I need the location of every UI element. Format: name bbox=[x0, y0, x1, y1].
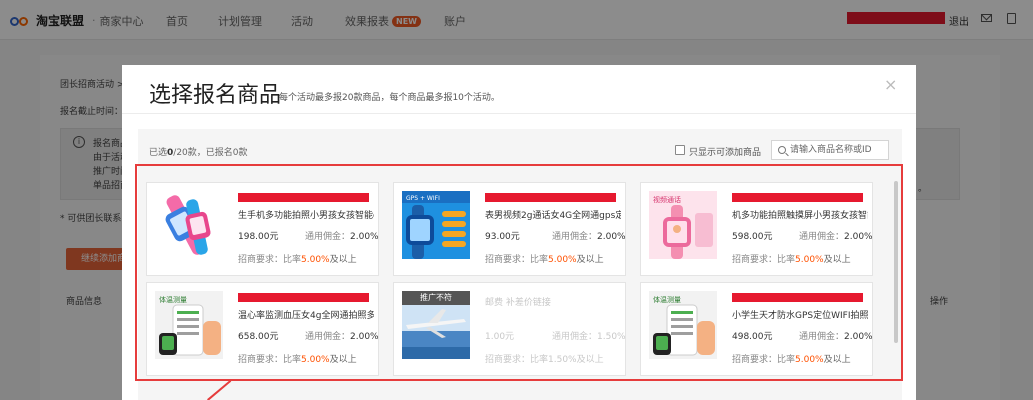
requirement-rate: 5.00% bbox=[795, 255, 824, 265]
product-price: 93.00元 bbox=[485, 232, 520, 242]
commission-label: 通用佣金： bbox=[799, 232, 845, 242]
product-requirement: 招商要求：比率5.00%及以上 bbox=[238, 252, 357, 265]
product-search-box[interactable] bbox=[771, 140, 889, 160]
requirement-label: 招商要求：比率 bbox=[238, 255, 302, 265]
product-image bbox=[155, 191, 223, 259]
commission-label: 通用佣金： bbox=[552, 232, 598, 242]
product-requirement: 招商要求：比率5.00%及以上 bbox=[732, 252, 851, 265]
redacted-title bbox=[732, 293, 863, 302]
product-price: 658.00元 bbox=[238, 332, 279, 342]
product-image: 推广不符 bbox=[402, 291, 470, 359]
product-price: 198.00元 bbox=[238, 232, 279, 242]
product-card[interactable]: 生手机多功能拍照小男孩女孩智能q 198.00元 通用佣金：2.00% 招商要求… bbox=[146, 182, 379, 276]
product-image: GPS + WIFI bbox=[402, 191, 470, 259]
modal-divider bbox=[122, 113, 916, 114]
commission-label: 通用佣金： bbox=[552, 332, 598, 342]
requirement-label: 招商要求：比率 bbox=[732, 255, 796, 265]
commission-value: 2.00% bbox=[350, 332, 379, 342]
search-icon bbox=[778, 146, 786, 154]
commission-value: 2.00% bbox=[350, 232, 379, 242]
close-icon[interactable]: × bbox=[884, 75, 897, 94]
image-label: 体温测量 bbox=[159, 295, 187, 304]
product-search-input[interactable] bbox=[790, 143, 886, 157]
product-commission: 通用佣金：2.00% bbox=[305, 329, 379, 342]
redacted-title bbox=[732, 193, 863, 202]
product-requirement: 招商要求：比率5.00%及以上 bbox=[238, 352, 357, 365]
product-image: 视频通话 bbox=[649, 191, 717, 259]
commission-value: 2.00% bbox=[844, 232, 873, 242]
product-price: 598.00元 bbox=[732, 232, 773, 242]
product-card[interactable]: 体温测量 温心率监测血压女4g全网通拍照多 658.00元 通用佣金：2.00%… bbox=[146, 282, 379, 376]
requirement-rate: 1.50% bbox=[548, 355, 577, 365]
select-product-modal: 选择报名商品 每个活动最多报20款商品，每个商品最多报10个活动。 × 已选0/… bbox=[122, 65, 916, 400]
requirement-rate: 5.00% bbox=[548, 255, 577, 265]
product-commission: 通用佣金：1.50% bbox=[552, 329, 626, 342]
product-requirement: 招商要求：比率1.50%及以上 bbox=[485, 352, 604, 365]
requirement-suffix: 及以上 bbox=[329, 255, 357, 265]
commission-label: 通用佣金： bbox=[305, 232, 351, 242]
commission-label: 通用佣金： bbox=[305, 332, 351, 342]
product-title: 温心率监测血压女4g全网通拍照多 bbox=[238, 311, 374, 321]
product-requirement: 招商要求：比率5.00%及以上 bbox=[732, 352, 851, 365]
product-card-disabled: 推广不符 邮费 补差价链接 1.00元 通用佣金：1.50% 招商要求：比率1.… bbox=[393, 282, 626, 376]
product-commission: 通用佣金：2.00% bbox=[799, 329, 873, 342]
image-label: GPS + WIFI bbox=[406, 195, 440, 202]
commission-label: 通用佣金： bbox=[799, 332, 845, 342]
product-card[interactable]: GPS + WIFI 表男视频2g通话女4G全网通gps定 93.00元 通用佣… bbox=[393, 182, 626, 276]
modal-hint: 每个活动最多报20款商品，每个商品最多报10个活动。 bbox=[279, 93, 500, 103]
image-label: 视频通话 bbox=[653, 195, 681, 204]
product-title: 机多功能拍照触摸屏小男孩女孩智能 bbox=[732, 211, 868, 221]
requirement-rate: 5.00% bbox=[301, 255, 330, 265]
modal-title: 选择报名商品 bbox=[149, 83, 282, 108]
selected-prefix: 已选 bbox=[149, 148, 168, 158]
requirement-suffix: 及以上 bbox=[329, 355, 357, 365]
product-image: 体温测量 bbox=[649, 291, 717, 359]
product-price: 1.00元 bbox=[485, 332, 515, 342]
selected-suffix: /20款，已报名0款 bbox=[173, 148, 248, 158]
commission-value: 2.00% bbox=[597, 232, 626, 242]
product-card[interactable]: 体温测量 小学生天才防水GPS定位WIFI拍照 498.00元 通用佣金：2.0… bbox=[640, 282, 873, 376]
product-title: 邮费 补差价链接 bbox=[485, 298, 551, 308]
requirement-label: 招商要求：比率 bbox=[485, 255, 549, 265]
requirement-label: 招商要求：比率 bbox=[732, 355, 796, 365]
requirement-suffix: 及以上 bbox=[823, 255, 851, 265]
product-card[interactable]: 视频通话 机多功能拍照触摸屏小男孩女孩智能 598.00元 通用佣金：2.00%… bbox=[640, 182, 873, 276]
product-requirement: 招商要求：比率5.00%及以上 bbox=[485, 252, 604, 265]
redacted-title bbox=[485, 193, 616, 202]
product-price: 498.00元 bbox=[732, 332, 773, 342]
product-title: 表男视频2g通话女4G全网通gps定 bbox=[485, 211, 621, 221]
redacted-title bbox=[238, 193, 369, 202]
product-commission: 通用佣金：2.00% bbox=[799, 229, 873, 242]
product-commission: 通用佣金：2.00% bbox=[305, 229, 379, 242]
product-title: 生手机多功能拍照小男孩女孩智能q bbox=[238, 211, 374, 221]
product-title: 小学生天才防水GPS定位WIFI拍照 bbox=[732, 311, 868, 321]
requirement-rate: 5.00% bbox=[301, 355, 330, 365]
image-label: 体温测量 bbox=[653, 295, 681, 304]
requirement-rate: 5.00% bbox=[795, 355, 824, 365]
selected-count-text: 已选0/20款，已报名0款 bbox=[149, 145, 248, 158]
unfit-tag: 推广不符 bbox=[402, 291, 470, 305]
requirement-suffix: 及以上 bbox=[823, 355, 851, 365]
commission-value: 2.00% bbox=[844, 332, 873, 342]
requirement-label: 招商要求：比率 bbox=[485, 355, 549, 365]
requirement-suffix: 及以上 bbox=[576, 255, 604, 265]
only-addable-label[interactable]: 只显示可添加商品 bbox=[689, 145, 761, 158]
requirement-suffix: 及以上 bbox=[576, 355, 604, 365]
product-image: 体温测量 bbox=[155, 291, 223, 359]
redacted-title bbox=[238, 293, 369, 302]
only-addable-checkbox[interactable] bbox=[675, 145, 685, 155]
commission-value: 1.50% bbox=[597, 332, 626, 342]
scrollbar[interactable] bbox=[894, 181, 898, 343]
requirement-label: 招商要求：比率 bbox=[238, 355, 302, 365]
product-commission: 通用佣金：2.00% bbox=[552, 229, 626, 242]
